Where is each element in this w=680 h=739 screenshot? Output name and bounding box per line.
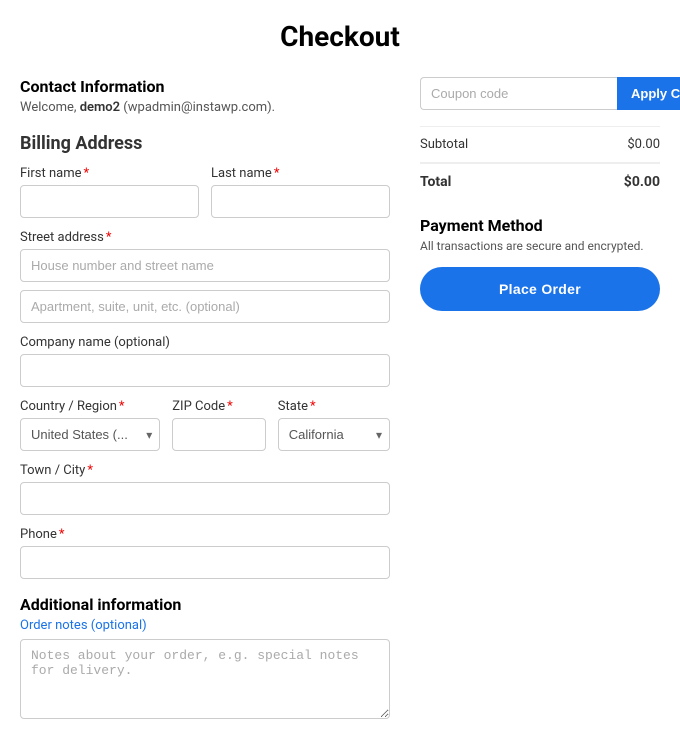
zip-required: * (227, 399, 233, 414)
company-name-group: Company name (optional) (20, 335, 390, 387)
apartment-group (20, 290, 390, 323)
first-name-required: * (83, 166, 89, 181)
additional-information-section: Additional information Order notes (opti… (20, 595, 390, 719)
additional-section-title: Additional information (20, 595, 390, 614)
last-name-label: Last name* (211, 166, 390, 181)
contact-welcome: Welcome, demo2 (wpadmin@instawp.com). (20, 100, 390, 115)
zip-code-group: ZIP Code* (172, 399, 266, 451)
place-order-button[interactable]: Place Order (420, 267, 660, 311)
first-name-group: First name* (20, 166, 199, 218)
state-select[interactable]: California (278, 418, 390, 451)
country-group: Country / Region* United States (... (20, 399, 160, 451)
contact-email: (wpadmin@instawp.com). (120, 100, 275, 115)
town-required: * (87, 463, 93, 478)
zip-code-input[interactable] (172, 418, 266, 451)
contact-section-title: Contact Information (20, 77, 390, 96)
last-name-group: Last name* (211, 166, 390, 218)
phone-input[interactable] (20, 546, 390, 579)
country-label: Country / Region* (20, 399, 160, 414)
billing-address-section: Billing Address First name* Last name* (20, 133, 390, 579)
country-zip-state-row: Country / Region* United States (... ZIP… (20, 399, 390, 451)
order-notes-textarea[interactable] (20, 639, 390, 719)
right-column: Apply Coupon Subtotal $0.00 Total $0.00 … (420, 77, 660, 327)
street-address-input[interactable] (20, 249, 390, 282)
phone-label: Phone* (20, 527, 390, 542)
payment-method-section: Payment Method All transactions are secu… (420, 216, 660, 311)
last-name-input[interactable] (211, 185, 390, 218)
street-required: * (106, 230, 112, 245)
town-city-input[interactable] (20, 482, 390, 515)
town-city-label: Town / City* (20, 463, 390, 478)
state-label: State* (278, 399, 390, 414)
order-summary: Subtotal $0.00 Total $0.00 (420, 126, 660, 200)
subtotal-row: Subtotal $0.00 (420, 126, 660, 162)
country-select-wrapper: United States (... (20, 418, 160, 451)
left-column: Contact Information Welcome, demo2 (wpad… (20, 77, 390, 719)
billing-section-title: Billing Address (20, 133, 390, 154)
total-label: Total (420, 174, 451, 190)
apply-coupon-button[interactable]: Apply Coupon (617, 77, 680, 110)
secure-text: All transactions are secure and encrypte… (420, 239, 660, 253)
first-name-label: First name* (20, 166, 199, 181)
country-select[interactable]: United States (... (20, 418, 160, 451)
country-required: * (119, 399, 125, 414)
phone-group: Phone* (20, 527, 390, 579)
state-required: * (310, 399, 316, 414)
payment-section-title: Payment Method (420, 216, 660, 235)
contact-information-section: Contact Information Welcome, demo2 (wpad… (20, 77, 390, 115)
order-notes-group (20, 639, 390, 719)
state-select-wrapper: California (278, 418, 390, 451)
contact-welcome-text: Welcome, (20, 100, 80, 115)
state-group: State* California (278, 399, 390, 451)
subtotal-label: Subtotal (420, 137, 468, 152)
coupon-input[interactable] (420, 77, 617, 110)
total-value: $0.00 (624, 174, 660, 190)
company-name-input[interactable] (20, 354, 390, 387)
order-notes-label: Order notes (optional) (20, 618, 390, 633)
subtotal-value: $0.00 (627, 137, 660, 152)
coupon-row: Apply Coupon (420, 77, 660, 110)
town-city-group: Town / City* (20, 463, 390, 515)
contact-username: demo2 (80, 100, 120, 115)
total-row: Total $0.00 (420, 162, 660, 200)
street-address-group: Street address* (20, 230, 390, 282)
street-address-label: Street address* (20, 230, 390, 245)
company-name-label: Company name (optional) (20, 335, 390, 350)
apartment-input[interactable] (20, 290, 390, 323)
zip-code-label: ZIP Code* (172, 399, 266, 414)
page-title: Checkout (20, 20, 660, 53)
name-row: First name* Last name* (20, 166, 390, 218)
last-name-required: * (274, 166, 280, 181)
phone-required: * (59, 527, 65, 542)
first-name-input[interactable] (20, 185, 199, 218)
